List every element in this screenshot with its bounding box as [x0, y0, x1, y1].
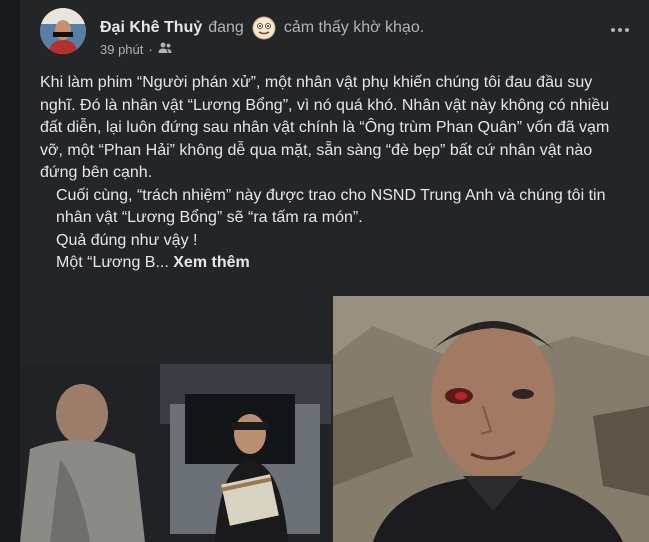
more-options-icon[interactable]: [605, 20, 635, 40]
meta-separator: ·: [148, 42, 153, 57]
post-paragraph: Khi làm phim “Người phán xử”, một nhân v…: [40, 74, 610, 181]
post-time[interactable]: 39 phút: [100, 42, 143, 57]
photo-car-scene: [20, 364, 331, 542]
post-paragraph: Cuối cùng, “trách nhiệm” này được trao c…: [56, 186, 606, 227]
photo-portrait-scene: [333, 296, 649, 542]
feeling-text[interactable]: cảm thấy khờ khạo.: [284, 19, 424, 37]
post-header: Đại Khê Thuỷ đang cảm thấy khờ khạo.: [100, 16, 424, 40]
author-avatar[interactable]: [40, 8, 86, 54]
post-paragraph: Quả đúng như vậy !: [56, 231, 198, 249]
avatar-image: [40, 8, 86, 54]
post-body: Khi làm phim “Người phán xử”, một nhân v…: [40, 72, 630, 275]
friends-icon[interactable]: [158, 42, 172, 57]
post-photo-2[interactable]: [333, 296, 649, 542]
status-prefix: đang: [208, 19, 244, 36]
see-more-link[interactable]: Xem thêm: [173, 254, 249, 271]
dizzy-face-emoji-icon: [252, 16, 276, 40]
truncated-text: Một “Lương B...: [56, 254, 169, 271]
post-photo-1[interactable]: [20, 364, 331, 542]
post-meta: 39 phút ·: [100, 42, 172, 57]
author-name[interactable]: Đại Khê Thuỷ: [100, 19, 202, 37]
post-card: Đại Khê Thuỷ đang cảm thấy khờ khạo. 39 …: [20, 0, 649, 542]
post-paragraph-truncated: Một “Lương B... Xem thêm: [40, 252, 630, 275]
